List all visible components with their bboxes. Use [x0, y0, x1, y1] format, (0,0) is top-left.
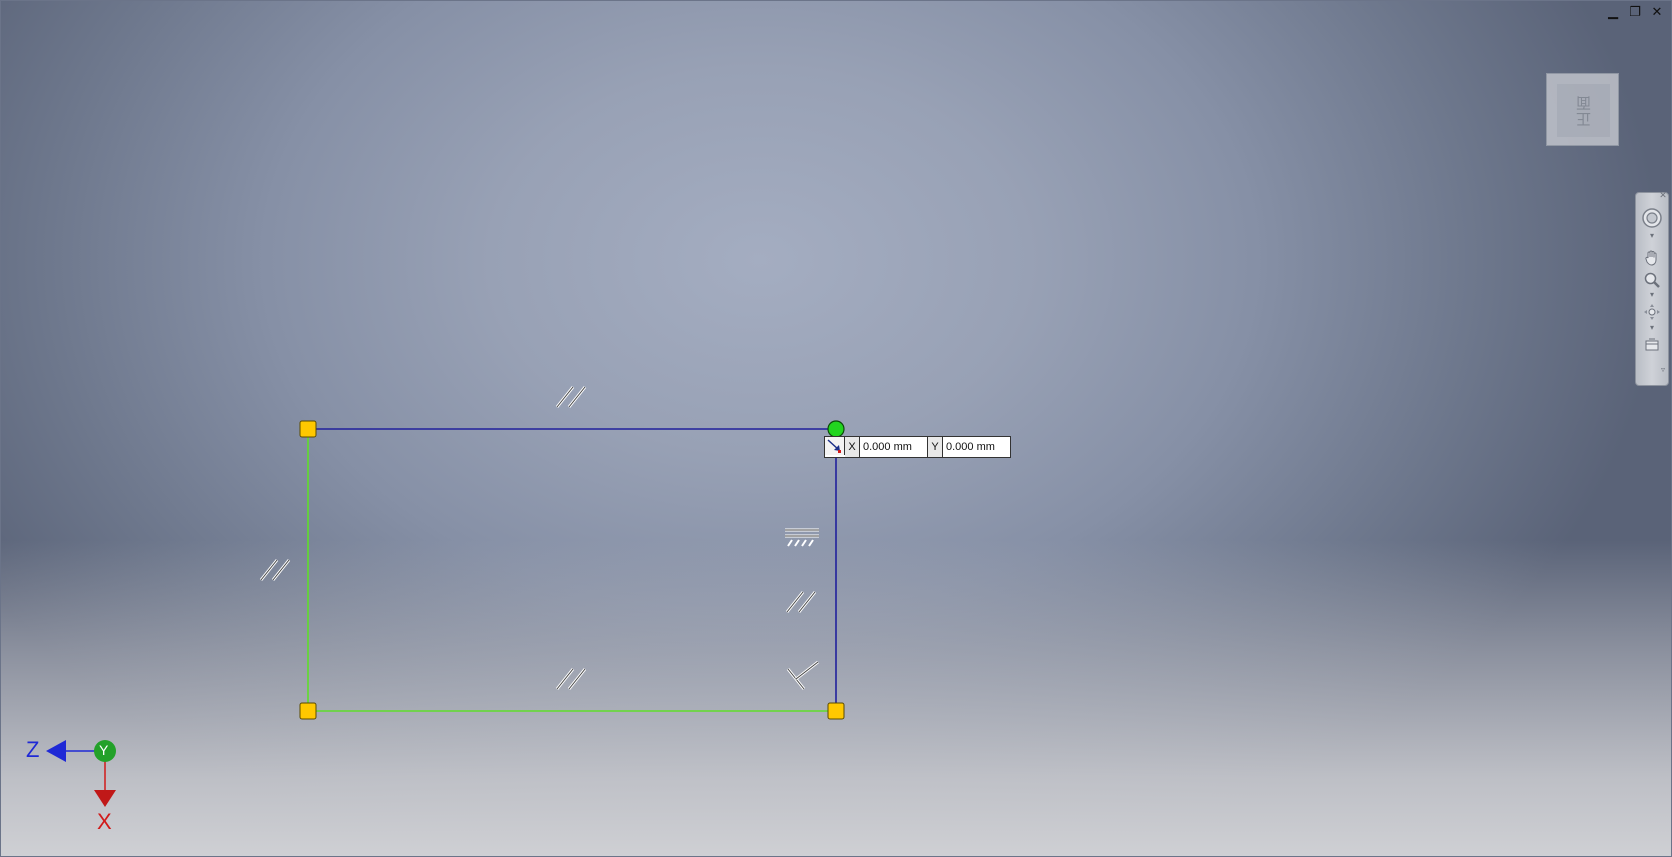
z-axis-arrow: [46, 740, 66, 762]
z-axis-label: Z: [26, 737, 40, 762]
coordinate-input-box[interactable]: X Y: [824, 436, 1011, 458]
y-field-label: Y: [928, 437, 943, 457]
horizontal-icon[interactable]: [785, 528, 819, 547]
parallel-icon[interactable]: [785, 591, 817, 613]
sketch-endpoint[interactable]: [299, 420, 317, 438]
x-coordinate-input[interactable]: [860, 437, 928, 457]
sketch-endpoint[interactable]: [299, 702, 317, 720]
precise-input-icon[interactable]: [825, 437, 845, 455]
y-axis-label: Y: [99, 742, 109, 758]
x-axis-label: X: [97, 809, 112, 834]
sketch-canvas[interactable]: [0, 0, 1672, 857]
parallel-icon[interactable]: [259, 559, 291, 581]
y-coordinate-input[interactable]: [943, 437, 1010, 457]
x-axis-arrow: [94, 790, 116, 807]
x-field-label: X: [845, 437, 860, 457]
sketch-endpoint[interactable]: [827, 702, 845, 720]
perpendicular-icon[interactable]: [786, 660, 819, 690]
parallel-icon[interactable]: [555, 386, 587, 408]
parallel-icon[interactable]: [555, 668, 587, 690]
active-point-marker[interactable]: [827, 420, 845, 438]
